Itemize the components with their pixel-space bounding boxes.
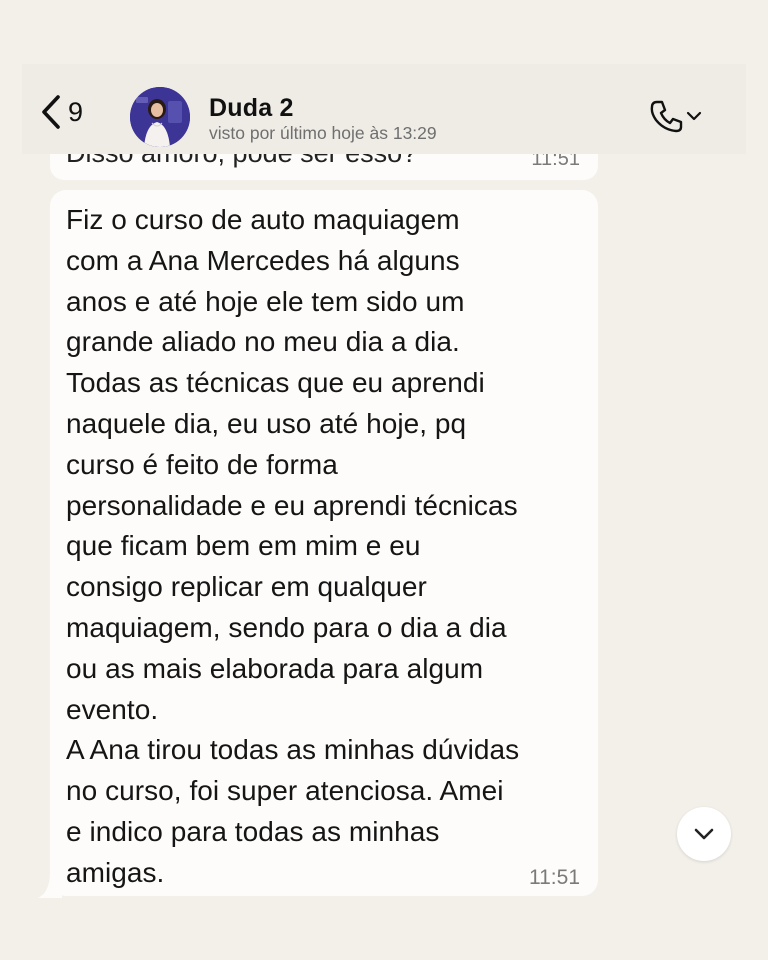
phone-icon bbox=[650, 100, 683, 133]
chevron-down-icon bbox=[694, 828, 714, 840]
back-button[interactable]: 9 bbox=[40, 94, 83, 130]
message-text: Fiz o curso de auto maquiagem com a Ana … bbox=[66, 204, 520, 888]
chat-header: 9 Duda 2 visto por último hoje às 13:29 bbox=[22, 64, 746, 154]
chevron-down-icon bbox=[686, 111, 702, 121]
call-button[interactable] bbox=[648, 98, 702, 134]
unread-count: 9 bbox=[68, 97, 84, 127]
last-seen-status: visto por último hoje às 13:29 bbox=[209, 123, 437, 143]
scroll-to-bottom-button[interactable] bbox=[677, 807, 731, 861]
avatar-image bbox=[130, 87, 190, 147]
avatar[interactable] bbox=[130, 87, 190, 147]
contact-name[interactable]: Duda 2 bbox=[209, 94, 294, 122]
message-time: 11:51 bbox=[529, 866, 580, 889]
chevron-left-icon bbox=[42, 95, 60, 129]
previous-message-text: Disso amoro, pode ser esso? bbox=[66, 154, 417, 168]
previous-message-time: 11:51 bbox=[531, 154, 580, 170]
message-bubble[interactable]: Fiz o curso de auto maquiagem com a Ana … bbox=[50, 190, 598, 896]
previous-message-bubble[interactable]: Disso amoro, pode ser esso? 11:51 bbox=[50, 154, 598, 180]
